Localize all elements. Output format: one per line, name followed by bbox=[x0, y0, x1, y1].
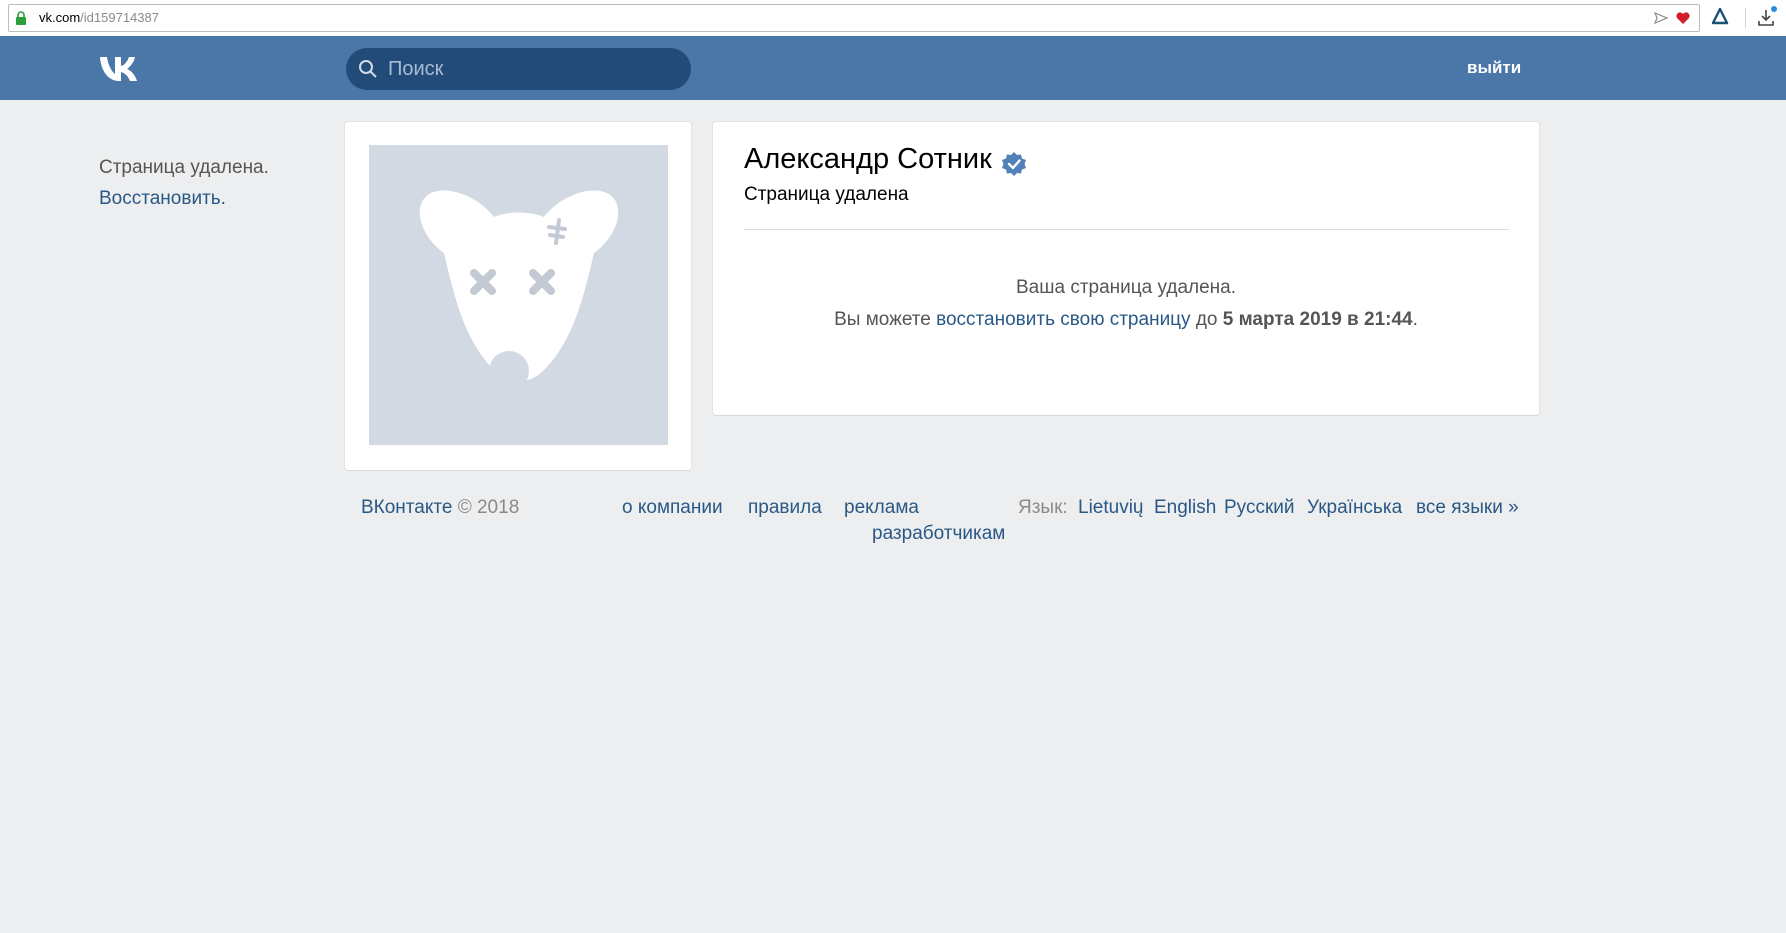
brand-link[interactable]: ВКонтакте bbox=[361, 497, 452, 518]
vk-logo-icon[interactable] bbox=[99, 54, 147, 84]
profile-status: Страница удалена bbox=[744, 184, 909, 205]
footer-link-rules[interactable]: правила bbox=[748, 495, 822, 521]
deleted-message-line1: Ваша страница удалена. bbox=[1015, 277, 1236, 298]
lang-lietuviu[interactable]: Lietuvių bbox=[1078, 495, 1144, 521]
heart-icon[interactable] bbox=[1675, 10, 1691, 26]
divider bbox=[744, 229, 1509, 230]
restore-link[interactable]: Восстановить. bbox=[99, 183, 269, 214]
restore-deadline: 5 марта 2019 в 21:44 bbox=[1222, 309, 1413, 330]
copyright: ВКонтакте © 2018 bbox=[361, 495, 519, 521]
profile-name: Александр Сотник bbox=[744, 143, 992, 175]
footer-link-ads[interactable]: реклама bbox=[844, 495, 919, 521]
search-icon bbox=[359, 60, 377, 78]
left-column: Страница удалена. Восстановить. bbox=[99, 152, 269, 214]
copyright-year: © 2018 bbox=[452, 497, 520, 518]
download-icon[interactable] bbox=[1756, 5, 1778, 29]
toolbar-divider bbox=[1745, 8, 1746, 28]
site-header: выйти bbox=[0, 36, 1786, 100]
lang-ukrainian[interactable]: Українська bbox=[1307, 495, 1402, 521]
url-host: vk.com bbox=[39, 10, 81, 25]
deleted-message-line2: Вы можете восстановить свою страницу до … bbox=[713, 304, 1539, 336]
deleted-message: Ваша страница удалена. Вы можете восстан… bbox=[713, 272, 1539, 336]
search-input[interactable] bbox=[388, 48, 678, 90]
url-path: /id159714387 bbox=[80, 10, 159, 25]
url-text: vk.com/id159714387 bbox=[39, 10, 159, 25]
lang-russian[interactable]: Русский bbox=[1224, 495, 1295, 521]
message-prefix: Вы можете bbox=[834, 309, 937, 330]
message-mid: до bbox=[1190, 309, 1223, 330]
footer-link-about[interactable]: о компании bbox=[622, 495, 723, 521]
deleted-status-text: Страница удалена. bbox=[99, 157, 269, 178]
verified-check-icon bbox=[1002, 152, 1026, 176]
extension-icon[interactable] bbox=[1710, 7, 1730, 27]
logout-link[interactable]: выйти bbox=[1467, 58, 1521, 78]
deleted-avatar bbox=[369, 145, 668, 445]
lang-english[interactable]: English bbox=[1154, 495, 1216, 521]
share-icon[interactable] bbox=[1653, 10, 1669, 26]
avatar-card bbox=[345, 122, 691, 470]
lock-icon bbox=[16, 11, 26, 25]
restore-page-link[interactable]: восстановить свою страницу bbox=[936, 309, 1190, 330]
url-field[interactable]: vk.com/id159714387 bbox=[8, 4, 1700, 32]
profile-info-card: Александр Сотник Страница удалена Ваша с… bbox=[713, 122, 1539, 415]
search-box[interactable] bbox=[346, 48, 691, 90]
browser-address-bar: vk.com/id159714387 bbox=[0, 0, 1786, 37]
message-end: . bbox=[1412, 309, 1418, 330]
footer-link-developers[interactable]: разработчикам bbox=[872, 521, 1005, 547]
lang-all[interactable]: все языки » bbox=[1416, 495, 1519, 521]
deleted-dog-icon bbox=[419, 190, 619, 391]
language-label: Язык: bbox=[1018, 497, 1068, 518]
